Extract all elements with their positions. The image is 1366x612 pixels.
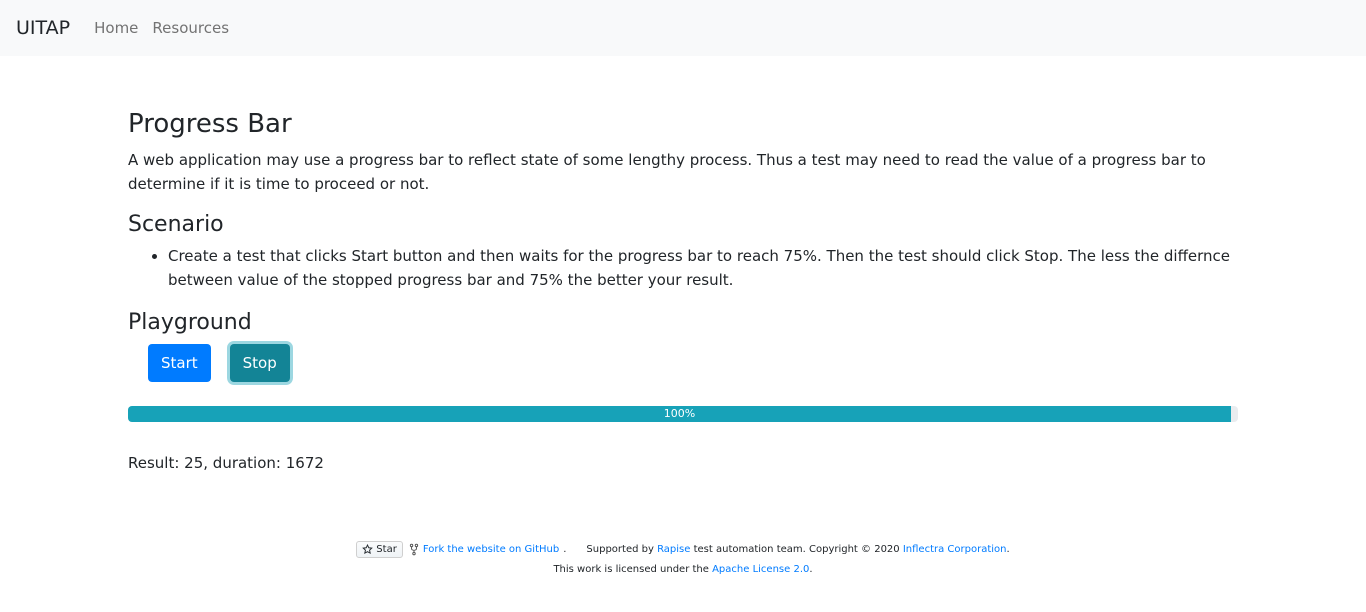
brand-link[interactable]: UITAP bbox=[16, 17, 70, 39]
license-prefix: This work is licensed under the bbox=[553, 564, 713, 575]
stop-button[interactable]: Stop bbox=[229, 344, 290, 382]
supported-period: . bbox=[1006, 544, 1010, 555]
page-description: A web application may use a progress bar… bbox=[128, 151, 1206, 193]
rapise-link[interactable]: Rapise bbox=[657, 544, 690, 555]
supported-text: Supported by Rapise test automation team… bbox=[586, 544, 1009, 555]
navbar: UITAP Home Resources bbox=[0, 0, 1366, 56]
github-star-button[interactable]: Star bbox=[356, 541, 403, 558]
scenario-list: Create a test that clicks Start button a… bbox=[128, 244, 1238, 292]
button-row: Start Stop bbox=[128, 344, 1238, 382]
supported-prefix: Supported by bbox=[586, 544, 658, 555]
main-container: Progress Bar A web application may use a… bbox=[128, 106, 1238, 472]
result-text: Result: 25, duration: 1672 bbox=[128, 454, 324, 472]
start-button[interactable]: Start bbox=[148, 344, 211, 382]
progress-track: 100% bbox=[128, 406, 1238, 422]
nav-home-link[interactable]: Home bbox=[94, 19, 138, 37]
fork-link[interactable]: Fork the website on GitHub bbox=[423, 544, 559, 555]
footer-line-2: This work is licensed under the Apache L… bbox=[0, 564, 1366, 575]
license-period: . bbox=[809, 564, 813, 575]
scenario-item: Create a test that clicks Start button a… bbox=[168, 244, 1238, 292]
star-icon bbox=[362, 544, 374, 555]
scenario-heading: Scenario bbox=[128, 212, 224, 237]
star-label: Star bbox=[376, 544, 397, 555]
playground-heading: Playground bbox=[128, 310, 252, 335]
license-link[interactable]: Apache License 2.0 bbox=[712, 564, 809, 575]
fork-period: . bbox=[563, 544, 567, 555]
nav-resources-link[interactable]: Resources bbox=[152, 19, 229, 37]
progress-bar: 100% bbox=[128, 406, 1231, 422]
inflectra-link[interactable]: Inflectra Corporation bbox=[903, 544, 1007, 555]
supported-suffix: test automation team. Copyright © 2020 bbox=[690, 544, 903, 555]
footer: Star Fork the website on GitHub. Support… bbox=[0, 541, 1366, 575]
footer-line-1: Star Fork the website on GitHub. Support… bbox=[0, 541, 1366, 558]
page-title: Progress Bar bbox=[128, 109, 292, 139]
fork-icon bbox=[409, 543, 418, 556]
